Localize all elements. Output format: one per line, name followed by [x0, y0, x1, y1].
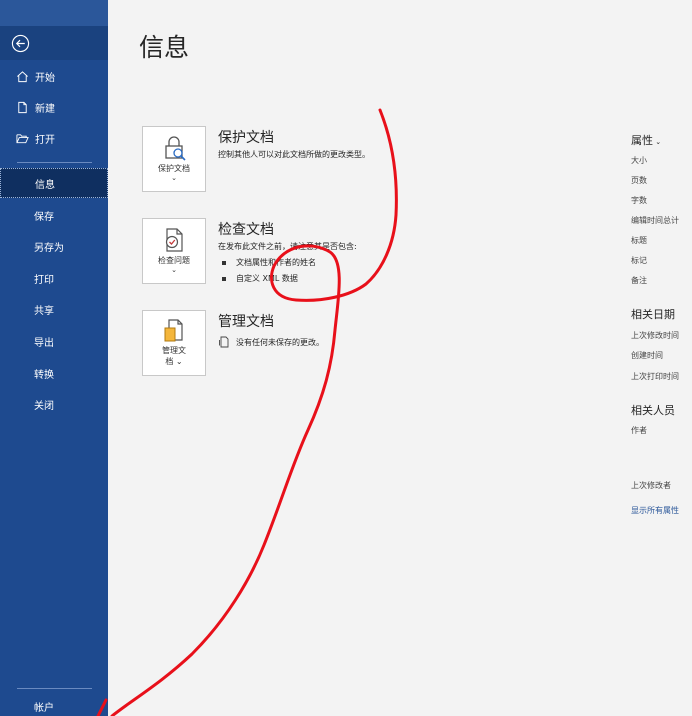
- property-label: 页数: [631, 176, 647, 185]
- last-modified-by-label: 上次修改者: [631, 481, 671, 490]
- sidebar-item-print[interactable]: 打印: [0, 263, 108, 293]
- folder-open-icon: [14, 130, 30, 146]
- author-label: 作者: [631, 426, 647, 435]
- lock-icon: [165, 136, 186, 161]
- sidebar-item-info[interactable]: 信息: [0, 168, 108, 198]
- sidebar-item-label: 打开: [35, 134, 55, 146]
- list-item: 文档属性和作者的姓名: [222, 257, 316, 268]
- document-saved-icon: [219, 336, 229, 348]
- sidebar-item-home[interactable]: 开始: [0, 61, 108, 91]
- bullet-text: 文档属性和作者的姓名: [236, 258, 316, 267]
- protect-document-title: 保护文档: [218, 130, 274, 146]
- sidebar-item-save-as[interactable]: 另存为: [0, 231, 108, 261]
- bullet-dot: [222, 276, 226, 281]
- back-button[interactable]: [0, 26, 108, 60]
- related-dates-header: 相关日期: [631, 308, 675, 321]
- sidebar-item-label: 新建: [35, 103, 55, 115]
- sidebar-item-new[interactable]: 新建: [0, 92, 108, 122]
- list-item: 自定义 XML 数据: [222, 273, 298, 284]
- sidebar-item-label: 帐户: [34, 702, 54, 714]
- related-people-header: 相关人员: [631, 404, 675, 417]
- manage-document-button[interactable]: 管理文 档 ⌄: [142, 310, 206, 376]
- sidebar-item-export[interactable]: 导出: [0, 326, 108, 356]
- new-document-icon: [14, 99, 30, 115]
- inspect-document-icon: [165, 228, 183, 252]
- page-title: 信息: [139, 33, 190, 62]
- check-issues-button[interactable]: 检查问题 ⌄: [142, 218, 206, 284]
- inspect-document-title: 检查文档: [218, 222, 274, 238]
- sidebar-item-label: 保存: [34, 211, 54, 223]
- chevron-down-icon: ⌄: [653, 138, 662, 146]
- property-label: 标题: [631, 236, 647, 245]
- bullet-dot: [222, 260, 226, 265]
- chevron-down-icon: ⌄: [171, 266, 177, 274]
- property-label: 备注: [631, 276, 647, 285]
- backstage-sidebar: 开始 新建 打开 信息 保存 另存为 打印 共享 导出 转换 关闭 帐户: [0, 0, 108, 716]
- tile-label: 检查问题: [158, 256, 190, 265]
- properties-dropdown[interactable]: 属性 ⌄: [631, 132, 661, 148]
- sidebar-item-label: 转换: [34, 369, 54, 381]
- date-label: 创建时间: [631, 351, 663, 360]
- sidebar-item-label: 关闭: [34, 400, 54, 412]
- tile-label-text: 档: [165, 357, 174, 366]
- protect-document-desc: 控制其他人可以对此文档所做的更改类型。: [218, 150, 370, 159]
- date-label: 上次打印时间: [631, 372, 679, 381]
- sidebar-item-label: 打印: [34, 274, 54, 286]
- tile-label: 管理文: [162, 346, 186, 355]
- sidebar-item-label: 共享: [34, 305, 54, 317]
- property-label: 编辑时间总计: [631, 216, 679, 225]
- sidebar-item-account[interactable]: 帐户: [0, 695, 108, 716]
- property-label: 字数: [631, 196, 647, 205]
- chevron-down-icon: ⌄: [175, 357, 183, 366]
- properties-header: 属性: [631, 134, 653, 147]
- home-icon: [14, 68, 30, 84]
- back-arrow-icon: [11, 34, 30, 52]
- chevron-down-icon: ⌄: [171, 174, 177, 182]
- sidebar-item-share[interactable]: 共享: [0, 294, 108, 324]
- tile-label: 保护文档: [158, 164, 190, 173]
- show-all-properties-link[interactable]: 显示所有属性: [631, 505, 679, 516]
- sidebar-item-open[interactable]: 打开: [0, 123, 108, 153]
- tile-label: 档 ⌄: [165, 356, 182, 367]
- sidebar-divider: [17, 688, 92, 689]
- sidebar-divider: [17, 162, 92, 163]
- sidebar-item-convert[interactable]: 转换: [0, 358, 108, 388]
- bullet-text: 自定义 XML 数据: [236, 274, 298, 283]
- manage-document-icon: [164, 319, 183, 342]
- property-label: 大小: [631, 156, 647, 165]
- protect-document-button[interactable]: 保护文档 ⌄: [142, 126, 206, 192]
- date-label: 上次修改时间: [631, 331, 679, 340]
- manage-document-desc: 没有任何未保存的更改。: [218, 336, 324, 348]
- sidebar-item-label: 另存为: [34, 242, 64, 254]
- sidebar-item-label: 开始: [35, 72, 55, 84]
- sidebar-item-label: 信息: [35, 179, 55, 191]
- sidebar-item-save[interactable]: 保存: [0, 200, 108, 230]
- property-label: 标记: [631, 256, 647, 265]
- manage-document-title: 管理文档: [218, 314, 274, 330]
- inspect-document-desc: 在发布此文件之前，请注意其是否包含:: [218, 242, 357, 251]
- sidebar-item-label: 导出: [34, 337, 54, 349]
- sidebar-item-close[interactable]: 关闭: [0, 389, 108, 419]
- manage-document-desc-text: 没有任何未保存的更改。: [236, 337, 324, 347]
- sidebar-top-strip: [0, 0, 108, 26]
